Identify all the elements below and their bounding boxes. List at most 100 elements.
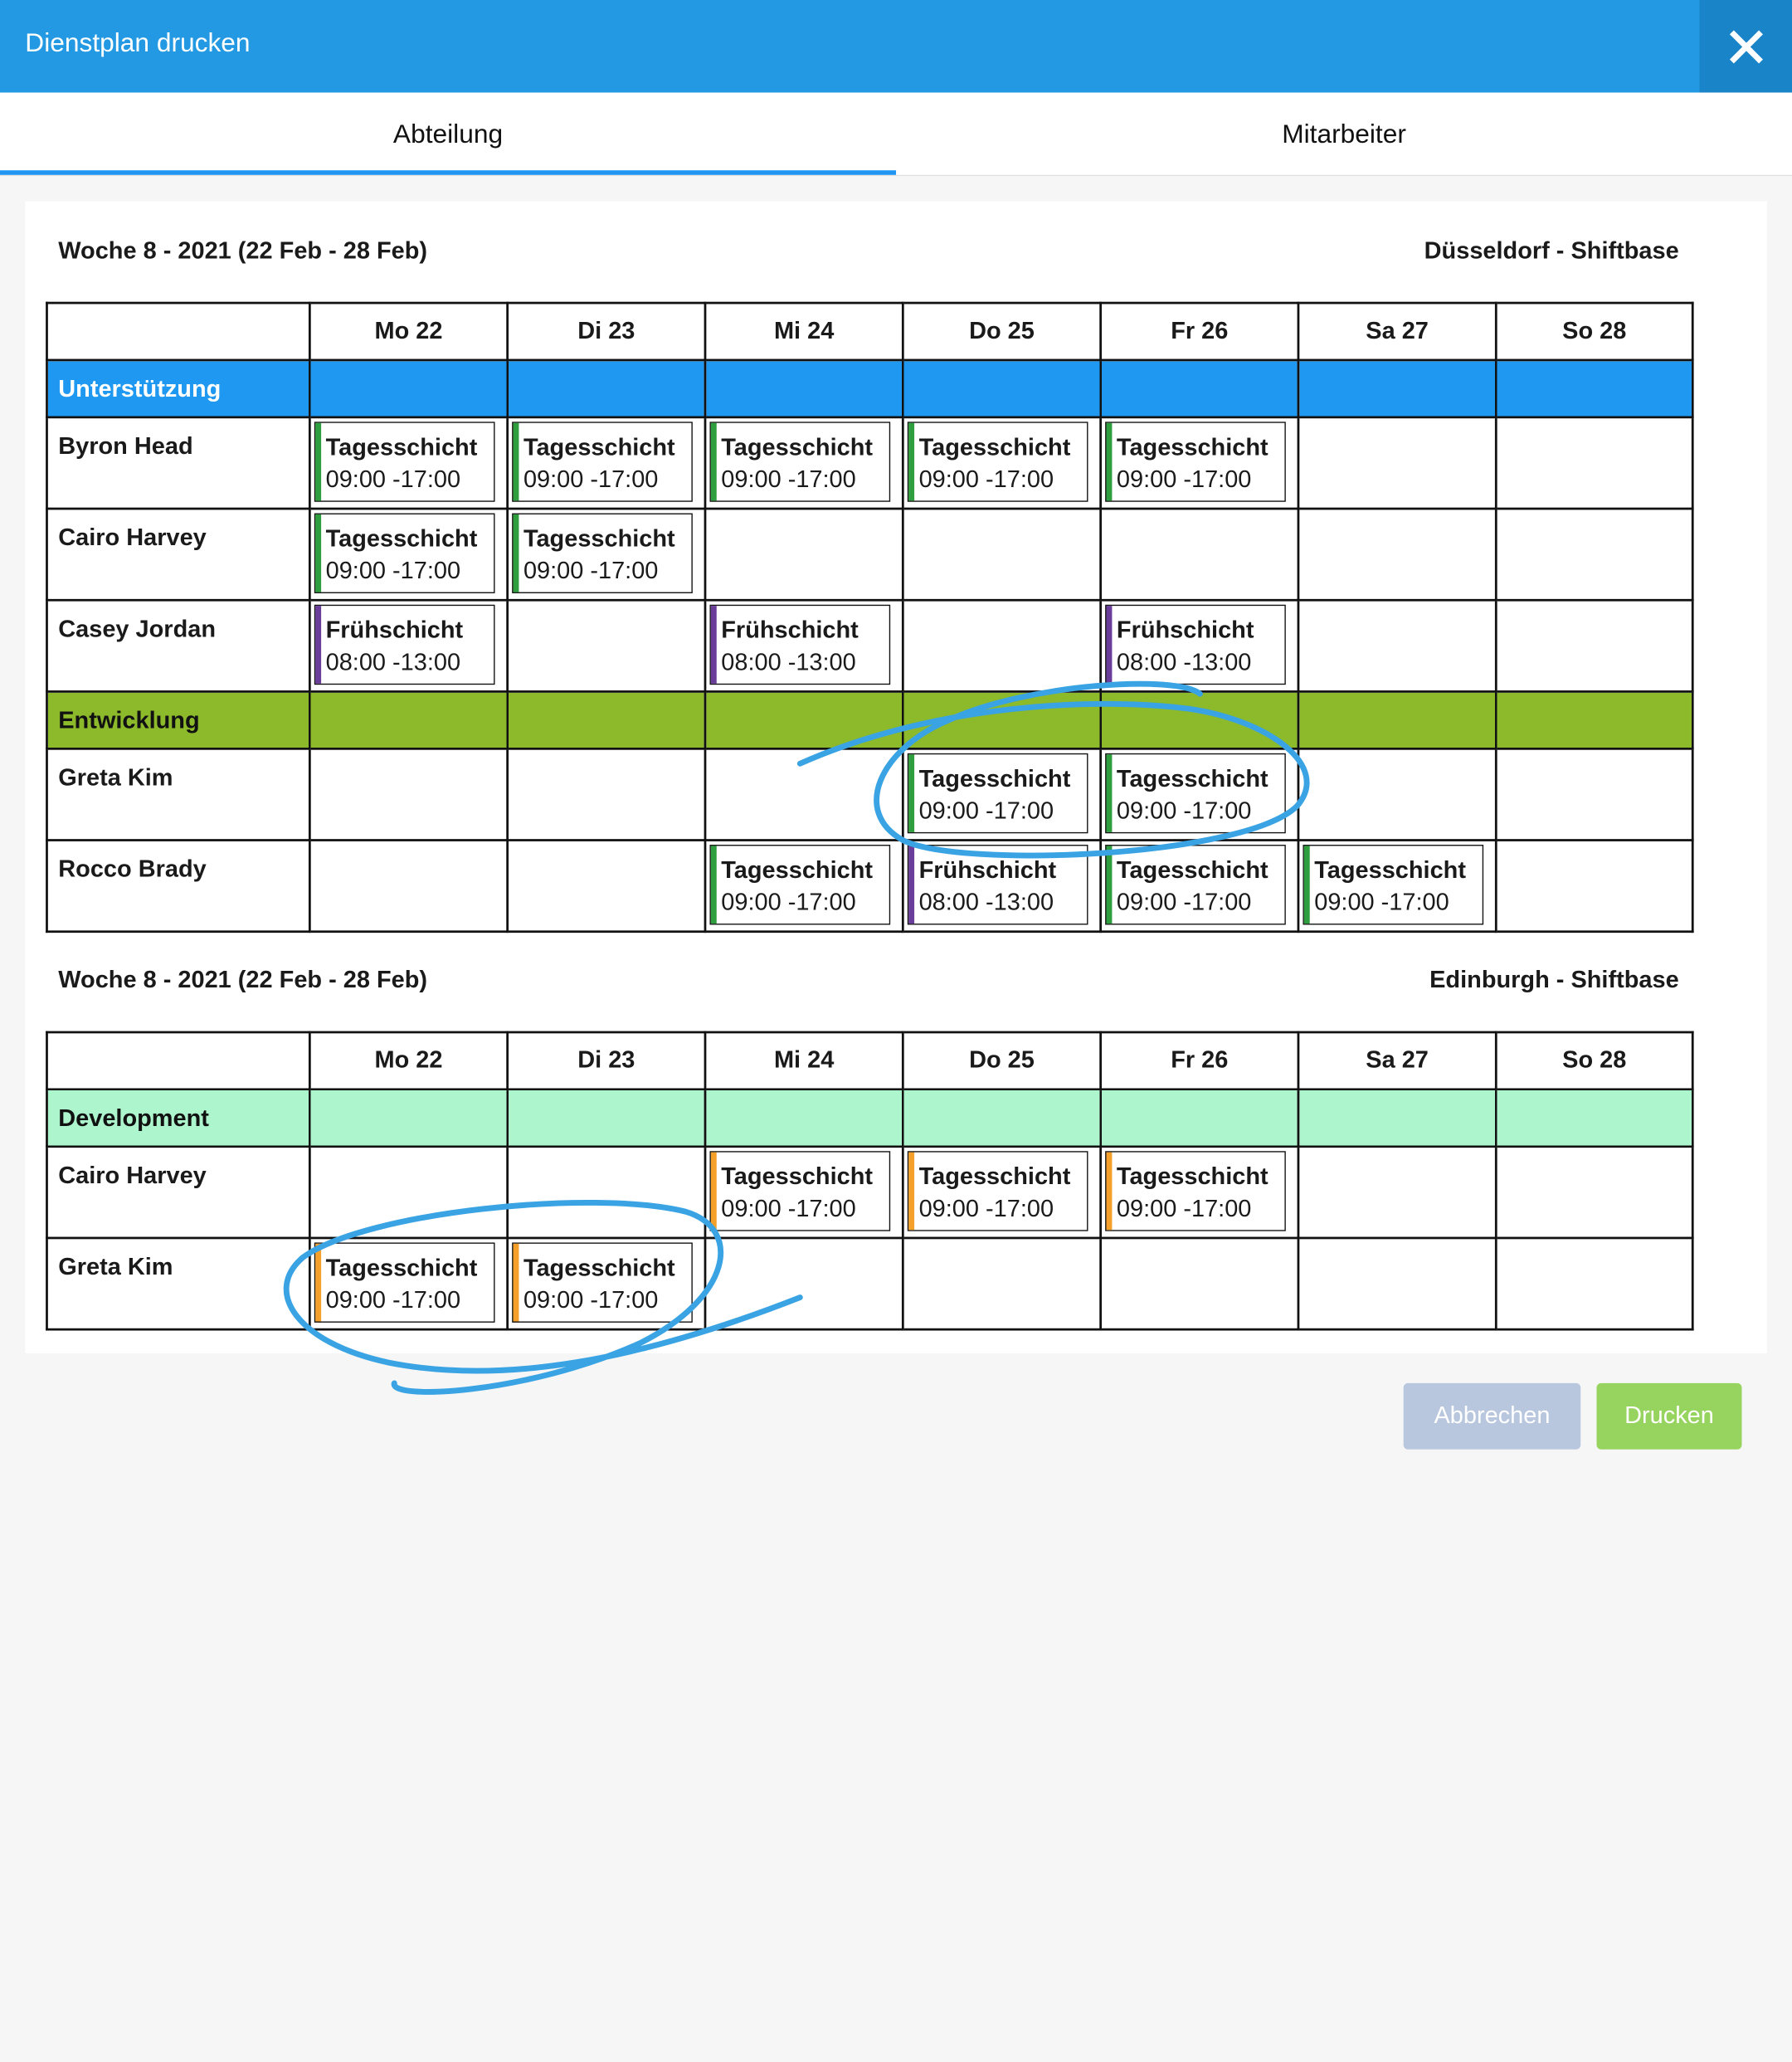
shift-name: Tagesschicht [918,434,1071,461]
day-cell [308,747,509,841]
shift-card[interactable]: Tagesschicht 09:00 -17:00 [1105,753,1286,834]
roster-table: Mo 22 Di 23 Mi 24 Do 25 Fr 26 Sa 27 So 28 Devel… [46,1031,1694,1331]
location-heading: Edinburgh - Shiftbase [1429,967,1679,994]
shift-card[interactable]: Tagesschicht 09:00 -17:00 [1105,845,1286,925]
day-cell [308,1145,509,1240]
day-cell [1297,598,1497,693]
shift-card[interactable]: Frühschicht 08:00 -13:00 [907,845,1088,925]
shift-time: 09:00 -17:00 [1116,797,1252,825]
day-header: Mo 22 [308,301,509,362]
day-cell: Frühschicht 08:00 -13:00 [901,839,1103,934]
shift-card[interactable]: Tagesschicht 09:00 -17:00 [709,422,891,502]
print-button[interactable]: Drucken [1596,1382,1742,1450]
employee-row: Cairo Harvey Tagesschicht 09:00 -17:00 Tage… [46,507,1694,602]
day-header: Di 23 [506,1031,707,1091]
tab-mitarbeiter[interactable]: Mitarbeiter [896,93,1792,175]
shift-card[interactable]: Tagesschicht 09:00 -17:00 [907,1151,1088,1231]
department-cell [901,358,1103,419]
shift-color-bar [1106,846,1113,924]
employee-name: Greta Kim [58,764,173,792]
department-cell [308,690,509,750]
day-header: Mi 24 [704,1031,904,1091]
department-name: Entwicklung [58,707,200,734]
employee-name: Rocco Brady [58,856,207,883]
shift-time: 09:00 -17:00 [1116,889,1252,916]
shift-card[interactable]: Tagesschicht 09:00 -17:00 [709,845,891,925]
week-heading: Woche 8 - 2021 (22 Feb - 28 Feb) [58,237,428,265]
close-button[interactable] [1699,0,1792,93]
roster-table: Mo 22 Di 23 Mi 24 Do 25 Fr 26 Sa 27 So 28 Unter… [46,301,1694,934]
day-cell [506,1145,707,1240]
shift-card[interactable]: Frühschicht 08:00 -13:00 [1105,604,1286,685]
shift-time: 08:00 -13:00 [325,649,461,676]
day-cell: Tagesschicht 09:00 -17:00 [506,1236,707,1331]
day-cell [308,839,509,934]
shift-name: Tagesschicht [1314,857,1466,884]
day-header: Mi 24 [704,301,904,362]
shift-name: Tagesschicht [918,765,1071,792]
department-cell [1494,1088,1694,1148]
day-header: Do 25 [901,301,1103,362]
shift-time: 09:00 -17:00 [1314,889,1449,916]
employee-cell: Cairo Harvey [46,1145,311,1240]
shift-time: 09:00 -17:00 [918,797,1054,825]
tab-abteilung[interactable]: Abteilung [0,93,897,175]
dialog-header: Dienstplan drucken [0,0,1792,93]
day-cell: Frühschicht 08:00 -13:00 [1099,598,1300,693]
employee-name: Greta Kim [58,1254,173,1280]
shift-name: Tagesschicht [523,434,675,461]
shift-color-bar [315,1243,322,1322]
day-cell: Tagesschicht 09:00 -17:00 [308,507,509,602]
shift-name: Frühschicht [918,857,1057,884]
shift-color-bar [513,422,519,501]
shift-card[interactable]: Tagesschicht 09:00 -17:00 [1303,845,1484,925]
tab-bar: Abteilung Mitarbeiter [0,92,1792,177]
shift-card[interactable]: Tagesschicht 09:00 -17:00 [314,422,495,502]
shift-card[interactable]: Tagesschicht 09:00 -17:00 [907,753,1088,834]
location-heading: Düsseldorf - Shiftbase [1424,237,1679,265]
department-row: Development [46,1088,1694,1148]
day-cell: Tagesschicht 09:00 -17:00 [506,416,707,510]
day-cell [506,747,707,841]
day-cell [1099,507,1300,602]
day-cell [704,1236,904,1331]
shift-name: Frühschicht [1116,617,1254,644]
day-cell [1494,747,1694,841]
shift-name: Tagesschicht [721,434,874,461]
shift-name: Frühschicht [325,617,464,644]
day-cell [1099,1236,1300,1331]
shift-time: 09:00 -17:00 [721,466,856,493]
shift-color-bar [710,1152,717,1231]
shift-name: Tagesschicht [325,525,478,553]
shift-card[interactable]: Frühschicht 08:00 -13:00 [709,604,891,685]
shift-card[interactable]: Frühschicht 08:00 -13:00 [314,604,495,685]
shift-card[interactable]: Tagesschicht 09:00 -17:00 [512,513,693,593]
shift-color-bar [513,514,519,592]
day-header: So 28 [1494,1031,1694,1091]
shift-card[interactable]: Tagesschicht 09:00 -17:00 [512,1242,693,1323]
shift-card[interactable]: Tagesschicht 09:00 -17:00 [709,1151,891,1231]
employee-name: Cairo Harvey [58,524,207,552]
employee-row: Greta Kim Tagesschicht 09:00 -17:00 Tagessc… [46,1236,1694,1331]
employee-cell: Rocco Brady [46,839,311,934]
department-cell [704,690,904,750]
shift-time: 09:00 -17:00 [1116,466,1252,493]
day-cell: Tagesschicht 09:00 -17:00 [1297,839,1497,934]
day-cell [1297,1145,1497,1240]
shift-card[interactable]: Tagesschicht 09:00 -17:00 [314,1242,495,1323]
shift-name: Tagesschicht [523,1255,675,1282]
shift-card[interactable]: Tagesschicht 09:00 -17:00 [314,513,495,593]
shift-time: 09:00 -17:00 [523,1287,659,1314]
shift-card[interactable]: Tagesschicht 09:00 -17:00 [1105,1151,1286,1231]
department-cell [1494,690,1694,750]
shift-card[interactable]: Tagesschicht 09:00 -17:00 [512,422,693,502]
shift-time: 09:00 -17:00 [325,1287,461,1314]
day-header: Mo 22 [308,1031,509,1091]
shift-card[interactable]: Tagesschicht 09:00 -17:00 [907,422,1088,502]
shift-color-bar [315,422,322,501]
cancel-button[interactable]: Abbrechen [1403,1382,1581,1450]
shift-time: 09:00 -17:00 [918,1195,1054,1222]
day-cell [1297,507,1497,602]
department-cell [1099,1088,1300,1148]
shift-card[interactable]: Tagesschicht 09:00 -17:00 [1105,422,1286,502]
